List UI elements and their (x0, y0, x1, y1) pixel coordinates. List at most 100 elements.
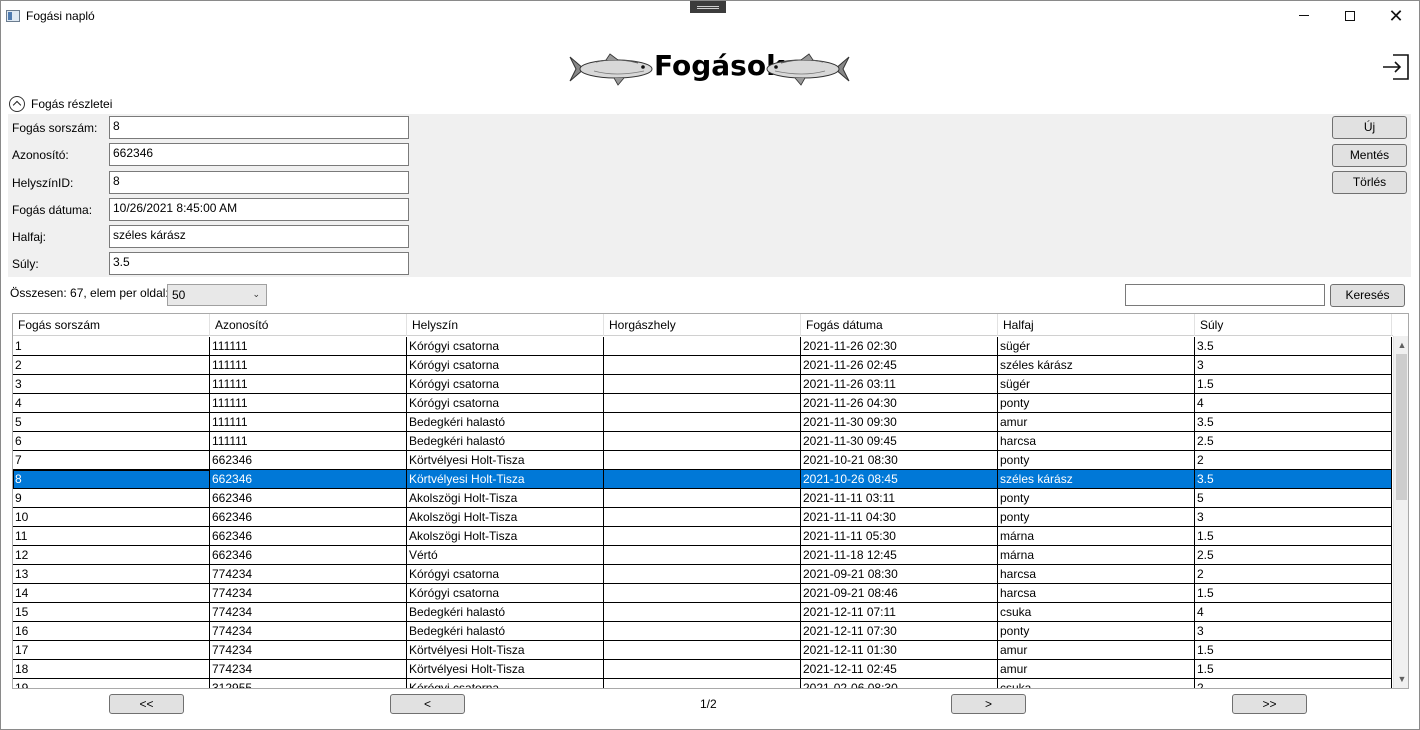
table-row[interactable]: 17 774234 Körtvélyesi Holt-Tisza 2021-12-11… (13, 641, 1392, 660)
col-catch-date-cell[interactable]: 2021-11-11 05:30 (801, 527, 998, 546)
col-weight-cell[interactable]: 2.5 (1195, 432, 1392, 451)
catch-date-input[interactable]: 10/26/2021 8:45:00 AM (109, 198, 409, 221)
close-button[interactable]: ✕ (1373, 1, 1419, 32)
table-row[interactable]: 12 662346 Vértó 2021-11-18 12:45 márna 2.5 (13, 546, 1392, 565)
col-location-cell[interactable]: Vértó (407, 546, 604, 565)
col-location-cell[interactable]: Akolszögi Holt-Tisza (407, 508, 604, 527)
col-species-cell[interactable]: harcsa (998, 432, 1195, 451)
col-catch-date-cell[interactable]: 2021-09-21 08:46 (801, 584, 998, 603)
col-catch-number-cell[interactable]: 7 (13, 451, 210, 470)
col-identifier-cell[interactable]: 662346 (210, 451, 407, 470)
col-identifier-cell[interactable]: 312955 (210, 679, 407, 688)
col-species-cell[interactable]: széles kárász (998, 356, 1195, 375)
new-button[interactable]: Új (1332, 116, 1407, 139)
col-catch-number-cell[interactable]: 19 (13, 679, 210, 688)
col-catch-number-cell[interactable]: 18 (13, 660, 210, 679)
col-catch-date-cell[interactable]: 2021-11-26 02:45 (801, 356, 998, 375)
col-fishing-spot-cell[interactable] (604, 413, 801, 432)
col-identifier-cell[interactable]: 111111 (210, 337, 407, 356)
col-identifier-cell[interactable]: 111111 (210, 432, 407, 451)
col-fishing-spot-cell[interactable] (604, 394, 801, 413)
col-location-cell[interactable]: Körtvélyesi Holt-Tisza (407, 451, 604, 470)
col-location-cell[interactable]: Kórógyi csatorna (407, 584, 604, 603)
col-species-cell[interactable]: ponty (998, 622, 1195, 641)
col-fishing-spot-cell[interactable] (604, 603, 801, 622)
table-row[interactable]: 13 774234 Kórógyi csatorna 2021-09-21 08:30… (13, 565, 1392, 584)
col-catch-date-cell[interactable]: 2021-11-11 03:11 (801, 489, 998, 508)
col-location-cell[interactable]: Bedegkéri halastó (407, 622, 604, 641)
col-fishing-spot-cell[interactable] (604, 622, 801, 641)
col-catch-date-cell[interactable]: 2021-02-06 08:30 (801, 679, 998, 688)
col-weight-cell[interactable]: 2 (1195, 451, 1392, 470)
table-row[interactable]: 3 111111 Kórógyi csatorna 2021-11-26 03:11 s… (13, 375, 1392, 394)
col-location-cell[interactable]: Bedegkéri halastó (407, 413, 604, 432)
col-catch-date-cell[interactable]: 2021-11-26 04:30 (801, 394, 998, 413)
save-button[interactable]: Mentés (1332, 144, 1407, 167)
col-species-cell[interactable]: sügér (998, 375, 1195, 394)
table-row[interactable]: 1 111111 Kórógyi csatorna 2021-11-26 02:30 s… (13, 337, 1392, 356)
expander-toggle[interactable] (9, 96, 25, 112)
col-catch-date-cell[interactable]: 2021-11-30 09:45 (801, 432, 998, 451)
col-identifier-cell[interactable]: 774234 (210, 565, 407, 584)
table-row[interactable]: 15 774234 Bedegkéri halastó 2021-12-11 07:1… (13, 603, 1392, 622)
col-location-cell[interactable]: Kórógyi csatorna (407, 565, 604, 584)
col-species-cell[interactable]: ponty (998, 394, 1195, 413)
col-catch-date-cell[interactable]: 2021-11-11 04:30 (801, 508, 998, 527)
col-weight-cell[interactable]: 3.5 (1195, 337, 1392, 356)
col-weight-cell[interactable]: 4 (1195, 394, 1392, 413)
col-identifier-cell[interactable]: 774234 (210, 641, 407, 660)
col-species-cell[interactable]: harcsa (998, 565, 1195, 584)
col-weight-cell[interactable]: 4 (1195, 603, 1392, 622)
search-input[interactable] (1125, 284, 1325, 306)
col-identifier-cell[interactable]: 111111 (210, 375, 407, 394)
col-catch-date-cell[interactable]: 2021-12-11 07:30 (801, 622, 998, 641)
col-catch-date-cell[interactable]: 2021-10-21 08:30 (801, 451, 998, 470)
minimize-button[interactable] (1281, 1, 1327, 32)
col-catch-date-cell[interactable]: 2021-12-11 07:11 (801, 603, 998, 622)
col-species-cell[interactable]: csuka (998, 679, 1195, 688)
col-catch-number-cell[interactable]: 15 (13, 603, 210, 622)
col-location-cell[interactable]: Bedegkéri halastó (407, 603, 604, 622)
species-input[interactable]: széles kárász (109, 225, 409, 248)
col-catch-number-cell[interactable]: 5 (13, 413, 210, 432)
table-row[interactable]: 2 111111 Kórógyi csatorna 2021-11-26 02:45 s… (13, 356, 1392, 375)
col-weight-cell[interactable]: 3.5 (1195, 470, 1392, 489)
prev-page-button[interactable]: < (390, 694, 465, 714)
first-page-button[interactable]: << (109, 694, 184, 714)
col-weight-cell[interactable]: 1.5 (1195, 641, 1392, 660)
page-size-select[interactable]: 50 ⌄ (167, 284, 267, 306)
col-location-cell[interactable]: Akolszögi Holt-Tisza (407, 527, 604, 546)
table-row[interactable]: 9 662346 Akolszögi Holt-Tisza 2021-11-11 03… (13, 489, 1392, 508)
table-row[interactable]: 10 662346 Akolszögi Holt-Tisza 2021-11-11 0… (13, 508, 1392, 527)
col-catch-number-cell[interactable]: 16 (13, 622, 210, 641)
col-identifier-cell[interactable]: 774234 (210, 584, 407, 603)
col-catch-number-header[interactable]: Fogás sorszám (13, 314, 210, 336)
col-fishing-spot-cell[interactable] (604, 679, 801, 688)
col-species-cell[interactable]: amur (998, 641, 1195, 660)
col-species-header[interactable]: Halfaj (998, 314, 1195, 336)
col-weight-cell[interactable]: 2 (1195, 679, 1392, 688)
expander-label[interactable]: Fogás részletei (31, 97, 112, 111)
col-location-cell[interactable]: Körtvélyesi Holt-Tisza (407, 641, 604, 660)
col-identifier-header[interactable]: Azonosító (210, 314, 407, 336)
col-fishing-spot-cell[interactable] (604, 508, 801, 527)
col-weight-cell[interactable]: 3 (1195, 508, 1392, 527)
col-species-cell[interactable]: ponty (998, 508, 1195, 527)
col-weight-cell[interactable]: 1.5 (1195, 375, 1392, 394)
col-weight-cell[interactable]: 1.5 (1195, 527, 1392, 546)
col-location-header[interactable]: Helyszín (407, 314, 604, 336)
col-location-cell[interactable]: Kórógyi csatorna (407, 394, 604, 413)
col-fishing-spot-cell[interactable] (604, 356, 801, 375)
vertical-scrollbar[interactable]: ▲ ▼ (1393, 336, 1408, 688)
col-catch-number-cell[interactable]: 11 (13, 527, 210, 546)
col-fishing-spot-cell[interactable] (604, 584, 801, 603)
col-identifier-cell[interactable]: 774234 (210, 660, 407, 679)
col-fishing-spot-cell[interactable] (604, 527, 801, 546)
col-catch-number-cell[interactable]: 3 (13, 375, 210, 394)
col-catch-date-cell[interactable]: 2021-11-18 12:45 (801, 546, 998, 565)
col-catch-date-cell[interactable]: 2021-12-11 02:45 (801, 660, 998, 679)
col-species-cell[interactable]: csuka (998, 603, 1195, 622)
weight-input[interactable]: 3.5 (109, 252, 409, 275)
col-weight-cell[interactable]: 2.5 (1195, 546, 1392, 565)
col-fishing-spot-cell[interactable] (604, 432, 801, 451)
